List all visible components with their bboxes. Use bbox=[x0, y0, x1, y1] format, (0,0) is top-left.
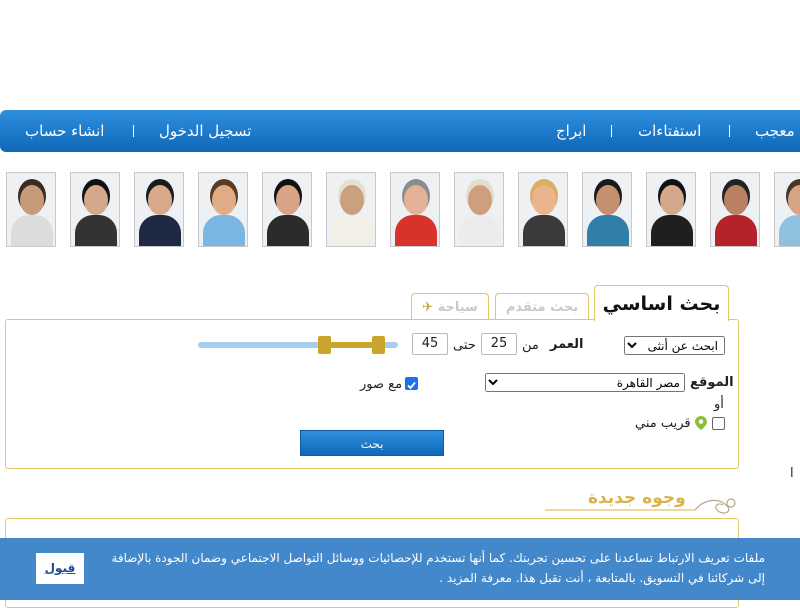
nav-item-admirer[interactable]: معجب bbox=[755, 110, 795, 152]
age-range-fill bbox=[324, 342, 379, 348]
avatar-face bbox=[788, 185, 800, 215]
avatar-6[interactable] bbox=[326, 172, 376, 247]
location-select[interactable]: مصر القاهرة bbox=[485, 373, 685, 392]
avatar-body bbox=[139, 215, 181, 246]
avatar-2[interactable] bbox=[70, 172, 120, 247]
tab-travel[interactable]: ✈ سياحة bbox=[411, 293, 489, 320]
age-max-handle[interactable] bbox=[372, 336, 385, 354]
avatar-11[interactable] bbox=[646, 172, 696, 247]
age-min-handle[interactable] bbox=[318, 336, 331, 354]
nav-separator bbox=[611, 125, 612, 137]
avatar-face bbox=[724, 185, 748, 215]
nav-item-login[interactable]: تسجيل الدخول bbox=[159, 110, 251, 152]
avatar-8[interactable] bbox=[454, 172, 504, 247]
avatar-face bbox=[468, 185, 492, 215]
nav-item-horoscopes[interactable]: ابراج bbox=[556, 110, 586, 152]
avatar-1[interactable] bbox=[6, 172, 56, 247]
avatar-13[interactable] bbox=[774, 172, 800, 247]
avatar-body bbox=[203, 215, 245, 246]
avatar-body bbox=[267, 215, 309, 246]
avatar-body bbox=[587, 215, 629, 246]
checkmark-icon bbox=[407, 381, 416, 390]
from-label: من bbox=[522, 338, 539, 353]
avatar-10[interactable] bbox=[582, 172, 632, 247]
or-label: أو bbox=[714, 397, 724, 412]
avatar-face bbox=[276, 185, 300, 215]
avatar-body bbox=[11, 215, 53, 246]
avatar-3[interactable] bbox=[134, 172, 184, 247]
avatar-body bbox=[395, 215, 437, 246]
avatar-face bbox=[84, 185, 108, 215]
cookie-accept-button[interactable]: قبول bbox=[36, 553, 84, 584]
near-me-label: قريب مني bbox=[635, 416, 691, 431]
nav-item-polls[interactable]: استفتاءات bbox=[638, 110, 701, 152]
airplane-icon: ✈ bbox=[422, 300, 434, 315]
location-label: الموقع bbox=[690, 375, 734, 390]
age-to-input[interactable]: 45 bbox=[412, 333, 448, 355]
avatar-9[interactable] bbox=[518, 172, 568, 247]
avatar-face bbox=[148, 185, 172, 215]
tab-travel-label: سياحة bbox=[437, 300, 478, 315]
avatar-face bbox=[20, 185, 44, 215]
avatar-7[interactable] bbox=[390, 172, 440, 247]
avatar-face bbox=[340, 185, 364, 215]
avatar-12[interactable] bbox=[710, 172, 760, 247]
tab-advanced-search[interactable]: بحث متقدم bbox=[495, 293, 589, 320]
age-label: العمر bbox=[550, 337, 584, 352]
avatar-body bbox=[651, 215, 693, 246]
avatar-4[interactable] bbox=[198, 172, 248, 247]
avatar-body bbox=[715, 215, 757, 246]
avatar-body bbox=[459, 215, 501, 246]
tab-basic-search[interactable]: بحث اساسي bbox=[594, 285, 729, 321]
location-pin-icon bbox=[695, 416, 707, 430]
age-from-input[interactable]: 25 bbox=[481, 333, 517, 355]
with-photos-label: مع صور bbox=[360, 377, 403, 392]
nav-separator bbox=[729, 125, 730, 137]
with-photos-checkbox[interactable] bbox=[405, 377, 418, 390]
avatar-body bbox=[331, 215, 373, 246]
cookie-text: ملفات تعريف الارتباط تساعدنا على تحسين ت… bbox=[111, 551, 765, 585]
avatar-body bbox=[523, 215, 565, 246]
nav-separator bbox=[133, 125, 134, 137]
side-text-fragment: ا bbox=[790, 466, 794, 481]
avatar-face bbox=[404, 185, 428, 215]
avatar-face bbox=[660, 185, 684, 215]
to-label: حتى bbox=[453, 338, 476, 353]
search-button[interactable]: بحث bbox=[300, 430, 444, 456]
avatar-body bbox=[75, 215, 117, 246]
avatar-face bbox=[212, 185, 236, 215]
avatar-face bbox=[596, 185, 620, 215]
nav-item-register[interactable]: انشاء حساب bbox=[25, 110, 104, 152]
avatar-5[interactable] bbox=[262, 172, 312, 247]
near-me-checkbox[interactable] bbox=[712, 417, 725, 430]
new-faces-title: وجوه جديدة bbox=[588, 488, 686, 508]
avatar-face bbox=[532, 185, 556, 215]
gender-select[interactable]: ابحث عن أنثى bbox=[624, 336, 725, 355]
avatar-body bbox=[779, 215, 800, 246]
